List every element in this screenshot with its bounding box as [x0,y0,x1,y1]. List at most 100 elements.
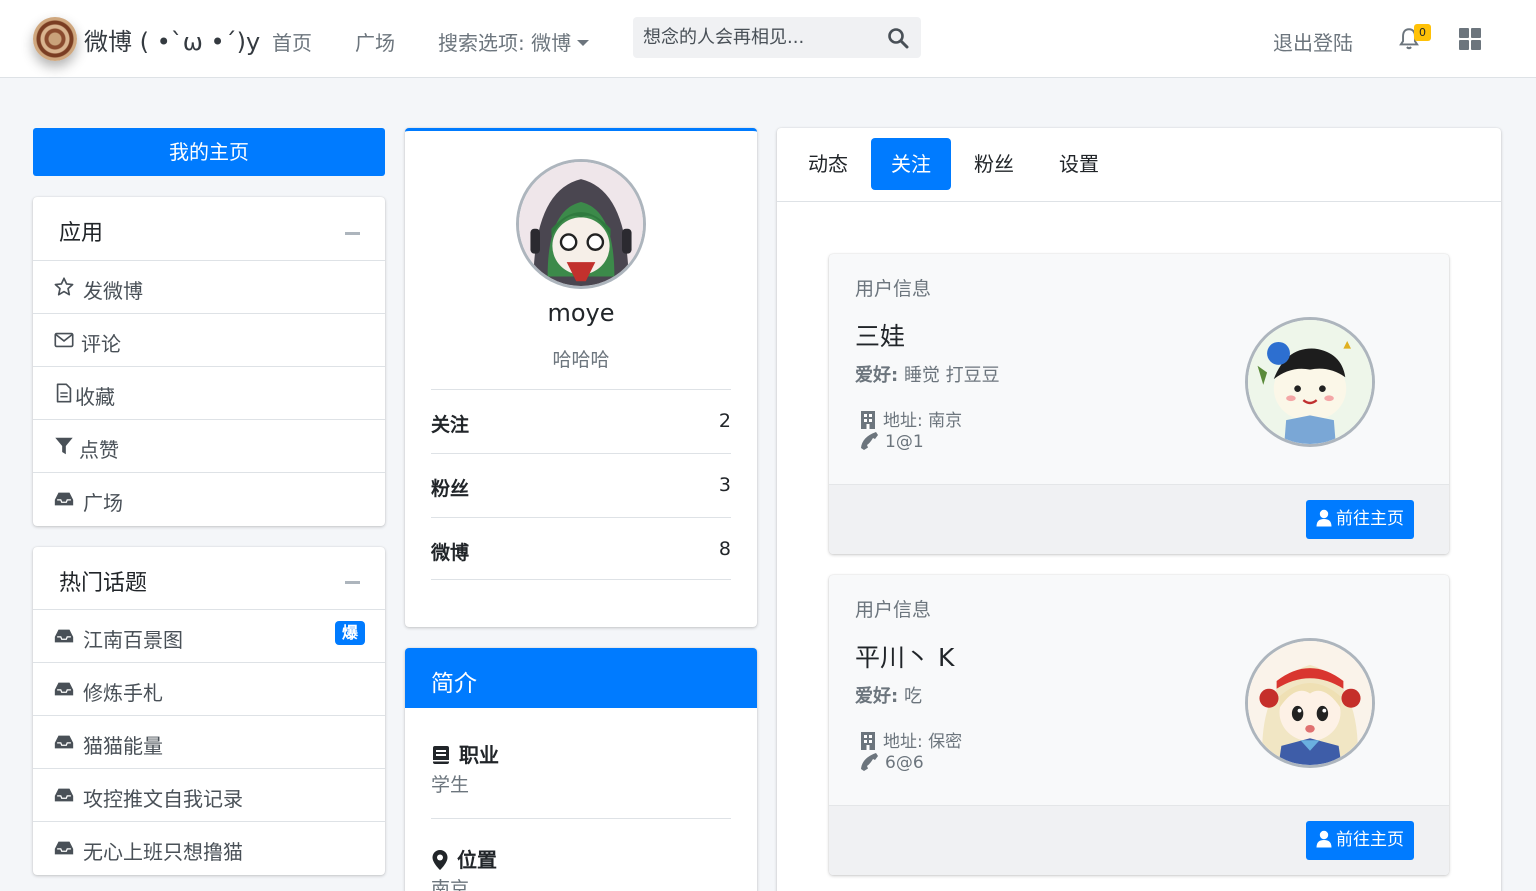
inbox-icon [54,841,74,855]
user-icon [1316,830,1332,847]
intro-card: 简介 职业 学生 位置 南京 [405,648,757,891]
topic-label: 修炼手札 [83,681,163,705]
apps-card-title: 应用 [59,221,104,246]
topic-item[interactable]: 江南百景图 爆 [33,609,385,662]
stat-label: 微博 [431,542,470,564]
caret-down-icon [577,40,590,46]
following-user-card: 用户信息 三娃 爱好: 睡觉 打豆豆 地址: 南京 1@1 前往主页 [829,254,1449,554]
sidebar-item-label: 评论 [81,332,121,356]
avatar-image [1248,641,1372,765]
topic-item[interactable]: 无心上班只想撸猫 [33,821,385,874]
nav-home-link[interactable]: 首页 [272,27,312,56]
logout-link[interactable]: 退出登陆 [1273,27,1353,56]
inbox-icon [54,629,74,643]
search-input[interactable] [633,17,881,58]
sidebar-item-label: 点赞 [79,438,119,462]
sidebar-item-favorites[interactable]: 收藏 [33,366,385,419]
phone-icon [861,752,878,771]
inbox-icon [54,735,74,749]
topic-label: 猫猫能量 [83,734,163,758]
intro-title: 简介 [431,671,477,697]
user-hobby: 爱好: 睡觉 打豆豆 [855,365,1000,386]
stat-following[interactable]: 关注 2 [431,389,731,453]
search-option-label: 搜索选项: 微博 [438,31,572,55]
user-name: 三娃 [855,322,906,351]
stat-label: 关注 [431,414,470,436]
nav-square-link[interactable]: 广场 [355,27,395,56]
stat-label: 粉丝 [431,478,470,500]
user-card-footer: 前往主页 [829,484,1449,554]
search-box [633,17,921,58]
map-marker-icon [432,849,448,870]
hot-topics-title: 热门话题 [59,571,148,596]
inbox-icon [54,682,74,696]
user-avatar[interactable] [1245,638,1375,768]
apps-card: 应用 发微博 评论 收藏 点赞 广场 [33,197,385,526]
tab-following[interactable]: 关注 [871,138,951,190]
goto-homepage-button[interactable]: 前往主页 [1306,821,1414,860]
user-hobby: 爱好: 吃 [855,686,922,707]
building-icon [861,731,875,750]
job-label: 职业 [431,739,499,768]
user-address: 地址: 南京 [859,406,962,431]
star-icon [54,277,74,296]
user-phone: 6@6 [859,752,924,773]
tab-activity[interactable]: 动态 [788,138,868,190]
phone-icon [861,431,878,450]
topic-label: 攻控推文自我记录 [83,787,243,811]
profile-motto: 哈哈哈 [552,349,610,371]
divider [431,818,731,819]
user-card-header: 用户信息 [855,599,932,621]
topic-item[interactable]: 攻控推文自我记录 [33,768,385,821]
brand-title[interactable]: 微博 ( •`ω •´)y [84,22,260,57]
stat-posts[interactable]: 微博 8 [431,517,731,580]
stat-followers[interactable]: 粉丝 3 [431,453,731,517]
sidebar-item-post[interactable]: 发微博 [33,260,385,313]
filter-icon [55,437,73,455]
location-label: 位置 [431,844,497,873]
stat-value: 8 [718,538,731,560]
envelope-icon [54,332,74,348]
user-card-header: 用户信息 [855,278,932,300]
sidebar-item-comments[interactable]: 评论 [33,313,385,366]
top-navbar: 微博 ( •`ω •´)y 首页 广场 搜索选项: 微博 退出登陆 0 [0,0,1536,78]
user-phone: 1@1 [859,431,924,452]
user-icon [1316,509,1332,526]
main-card: 动态 关注 粉丝 设置 用户信息 三娃 爱好: 睡觉 打豆豆 地址: 南京 1@… [777,128,1501,891]
minus-icon[interactable] [345,232,360,235]
sidebar-item-square[interactable]: 广场 [33,472,385,525]
apps-grid-icon[interactable] [1459,28,1481,50]
goto-homepage-button[interactable]: 前往主页 [1306,500,1414,539]
my-homepage-button[interactable]: 我的主页 [33,128,385,176]
minus-icon[interactable] [345,581,360,584]
sidebar-item-label: 收藏 [75,385,115,409]
topic-item[interactable]: 修炼手札 [33,662,385,715]
sidebar-item-label: 发微博 [83,279,143,303]
user-address: 地址: 保密 [859,727,962,752]
search-option-dropdown[interactable]: 搜索选项: 微博 [438,27,590,56]
inbox-icon [54,492,74,506]
user-avatar[interactable] [1245,317,1375,447]
book-icon [433,745,449,764]
stat-value: 2 [718,410,731,432]
topic-label: 江南百景图 [83,628,183,652]
notification-badge: 0 [1414,24,1431,41]
building-icon [861,410,875,429]
profile-avatar[interactable] [516,159,646,289]
sidebar-item-label: 广场 [83,491,123,515]
sidebar-item-likes[interactable]: 点赞 [33,419,385,472]
inbox-icon [54,788,74,802]
search-icon[interactable] [886,26,910,50]
brand-logo[interactable] [33,17,77,61]
intro-header: 简介 [405,648,757,708]
topic-label: 无心上班只想撸猫 [83,840,243,864]
hot-badge: 爆 [335,621,365,645]
user-card-footer: 前往主页 [829,805,1449,875]
tab-followers[interactable]: 粉丝 [954,138,1034,190]
location-value: 南京 [431,878,470,891]
stat-value: 3 [718,474,731,496]
user-name: 平川丶 K [855,643,955,672]
topic-item[interactable]: 猫猫能量 [33,715,385,768]
hot-topics-card: 热门话题 江南百景图 爆 修炼手札 猫猫能量 攻控推文自我记录 无心上班只想撸猫 [33,547,385,875]
tab-settings[interactable]: 设置 [1039,138,1119,190]
